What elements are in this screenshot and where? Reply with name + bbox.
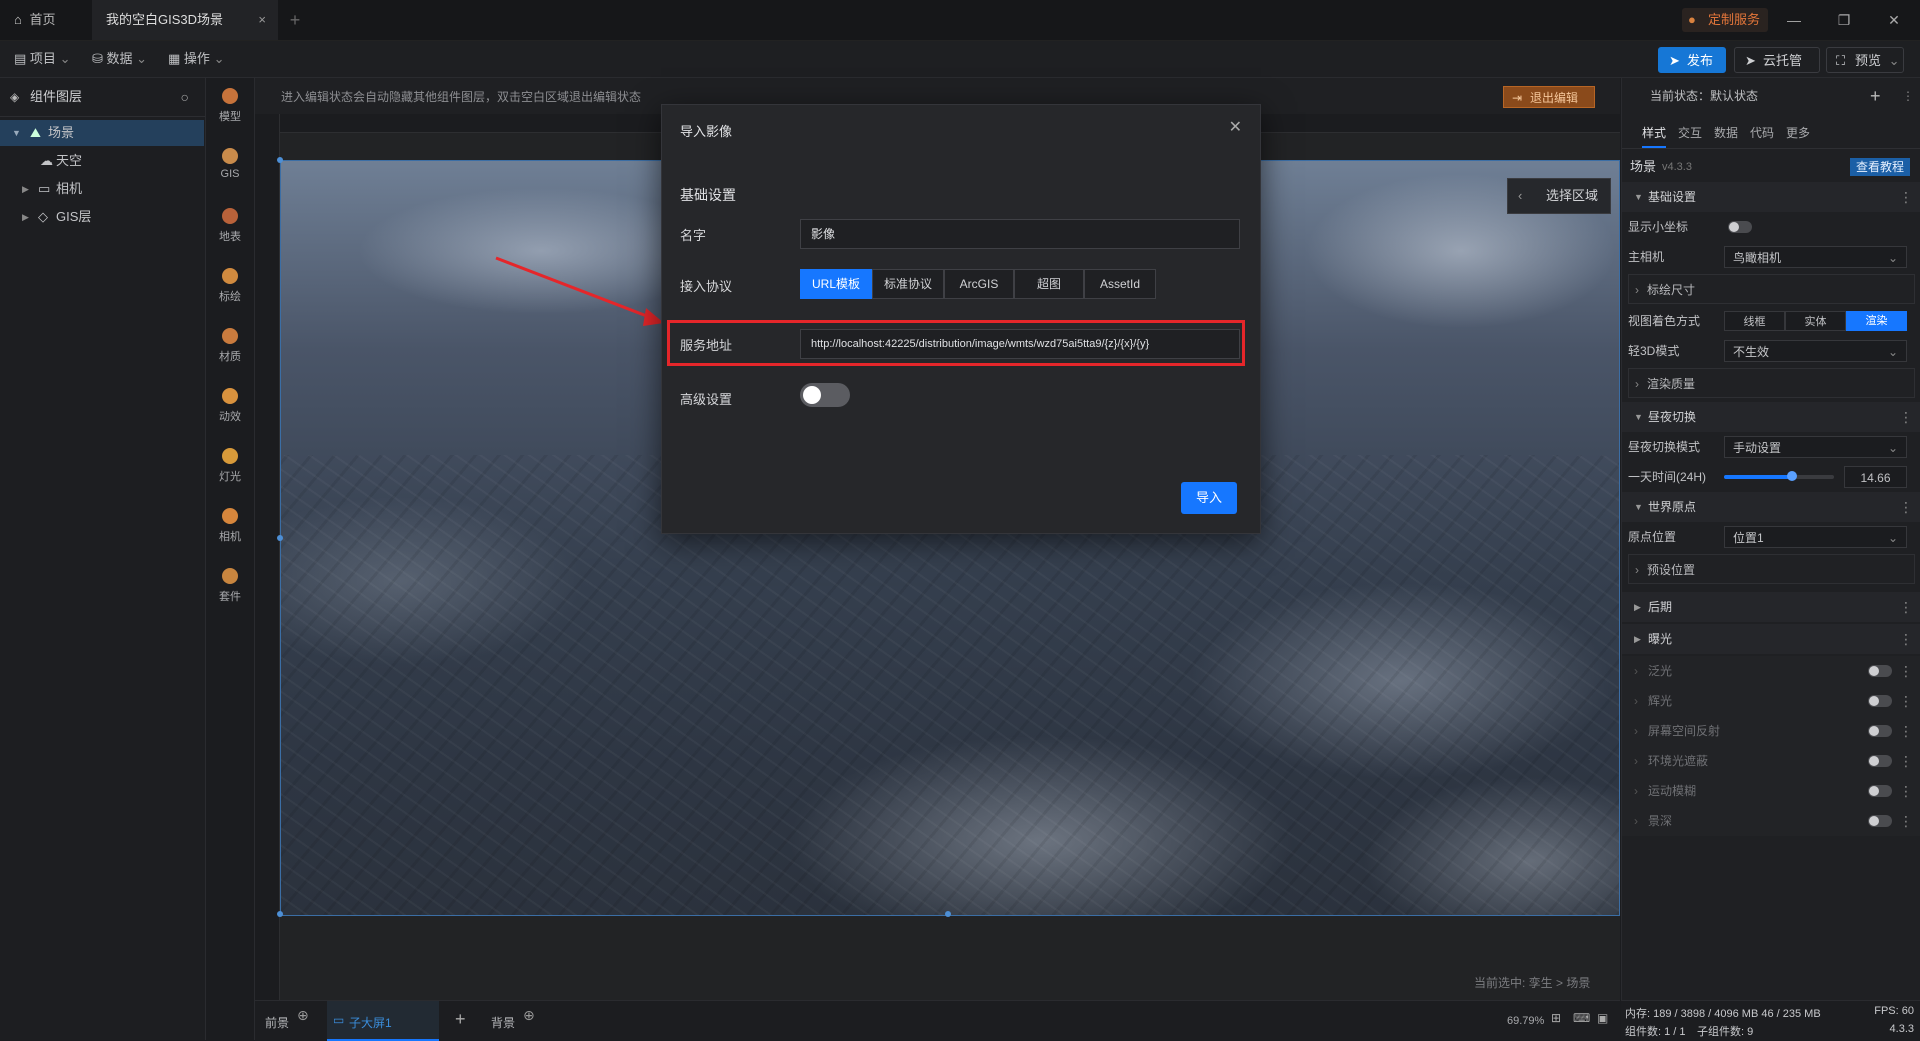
protocol-label: 接入协议: [680, 279, 733, 294]
protocol-option[interactable]: URL模板: [800, 269, 872, 299]
dialog-title: 导入影像: [680, 124, 733, 139]
close-icon[interactable]: ✕: [1229, 117, 1242, 137]
import-button[interactable]: 导入: [1181, 482, 1237, 514]
protocol-option[interactable]: 标准协议: [872, 269, 944, 299]
import-imagery-dialog: 导入影像 ✕ 基础设置 名字 影像 接入协议 服务地址 http://local…: [661, 104, 1261, 534]
name-value: 影像: [811, 227, 836, 241]
protocol-option[interactable]: 超图: [1014, 269, 1084, 299]
advanced-settings-label: 高级设置: [680, 392, 733, 407]
section-title: 基础设置: [680, 187, 736, 203]
name-label: 名字: [680, 228, 707, 243]
annotation-highlight-box: [667, 320, 1245, 366]
protocol-option[interactable]: ArcGIS: [944, 269, 1014, 299]
protocol-option[interactable]: AssetId: [1084, 269, 1156, 299]
name-input[interactable]: 影像: [800, 219, 1240, 249]
advanced-settings-toggle[interactable]: [800, 383, 850, 407]
